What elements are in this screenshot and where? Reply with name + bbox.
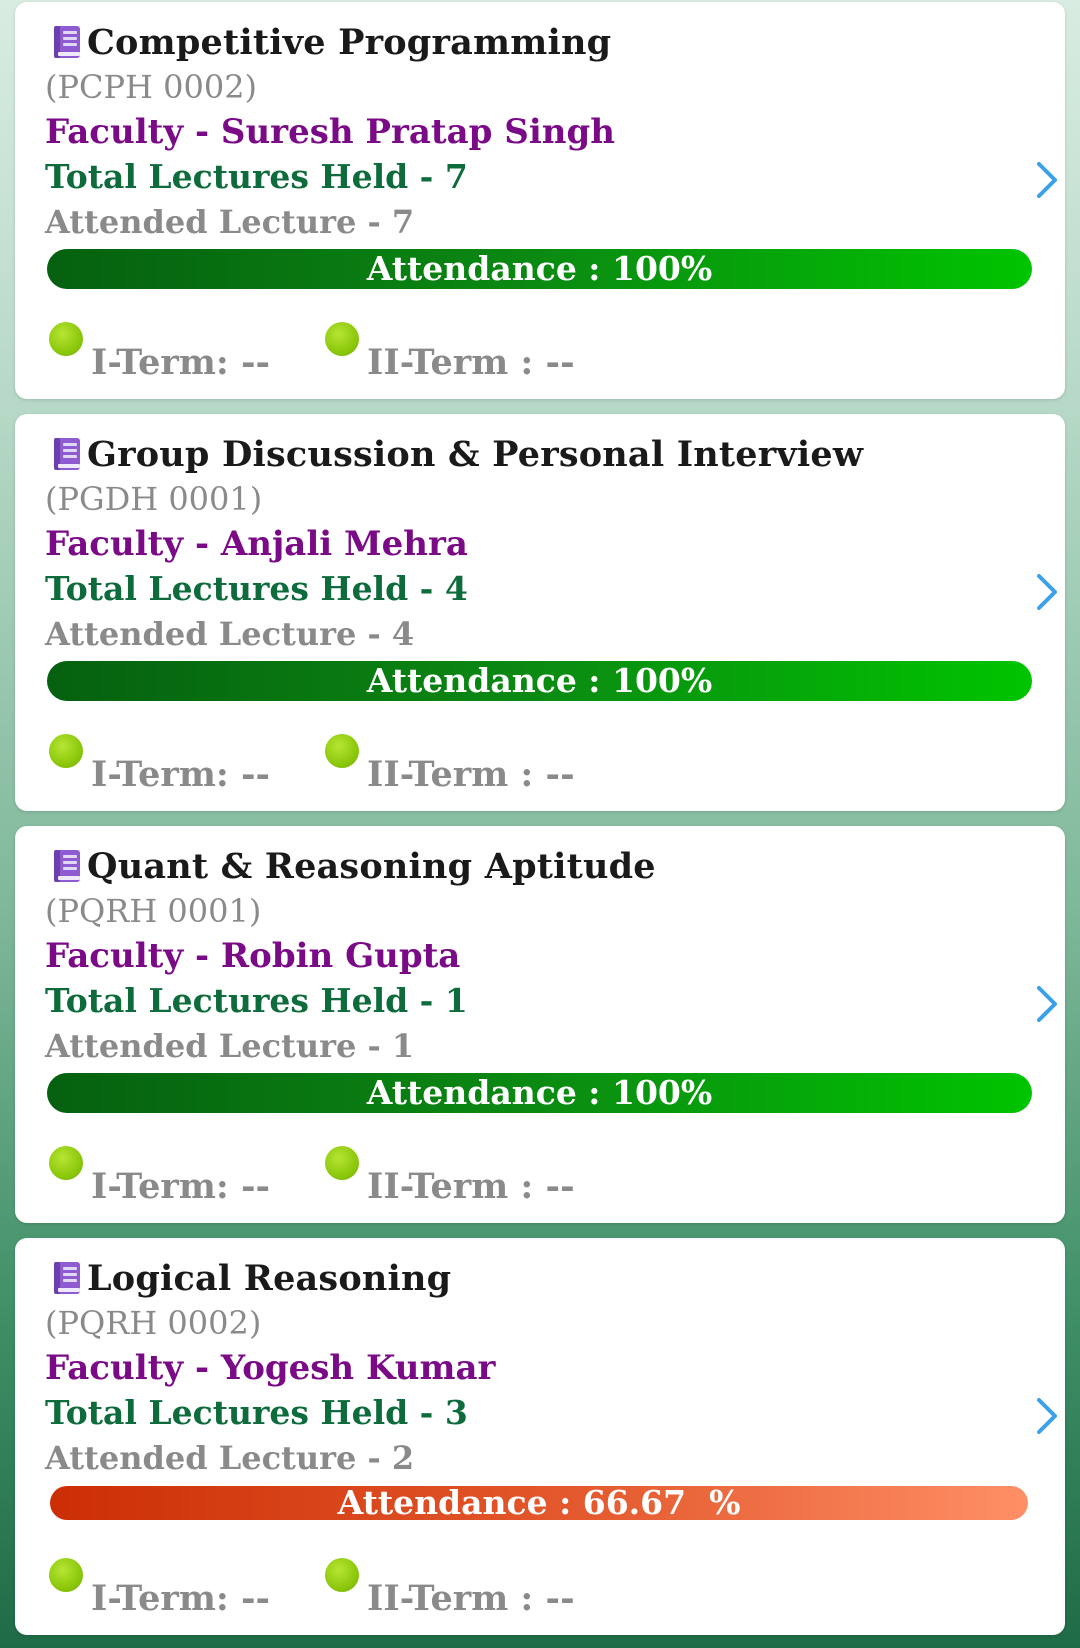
attendance-label: Attendance : 100%	[366, 249, 713, 288]
course-title: Group Discussion & Personal Interview	[87, 433, 864, 475]
status-dot-icon	[49, 322, 83, 356]
course-code: (PQRH 0002)	[45, 1304, 262, 1342]
course-attendance-list: Competitive Programming (PCPH 0002) Facu…	[0, 0, 1080, 1648]
faculty-name: Faculty - Robin Gupta	[45, 936, 461, 976]
status-dot-icon	[325, 1146, 359, 1180]
status-dot-icon	[49, 734, 83, 768]
term-1-label: I-Term: --	[91, 754, 271, 795]
term-2-label: II-Term : --	[367, 1578, 575, 1619]
book-icon	[54, 438, 80, 470]
term-2-label: II-Term : --	[367, 1166, 575, 1207]
attendance-bar: Attendance : 66.67 %	[50, 1486, 1028, 1520]
course-title-row: Logical Reasoning	[51, 1257, 452, 1299]
term-2-label: II-Term : --	[367, 754, 575, 795]
attended-lectures: Attended Lecture - 1	[45, 1027, 415, 1065]
total-lectures-held: Total Lectures Held - 3	[45, 1393, 468, 1432]
course-title: Competitive Programming	[87, 21, 612, 63]
total-lectures-held: Total Lectures Held - 4	[45, 569, 468, 608]
book-icon	[54, 850, 80, 882]
course-card[interactable]: Group Discussion & Personal Interview (P…	[15, 414, 1065, 811]
status-dot-icon	[49, 1146, 83, 1180]
course-code: (PQRH 0001)	[45, 892, 262, 930]
attendance-bar: Attendance : 100%	[47, 249, 1032, 289]
status-dot-icon	[325, 734, 359, 768]
chevron-right-icon[interactable]	[1033, 160, 1061, 200]
attendance-label: Attendance : 66.67 %	[337, 1486, 741, 1520]
faculty-name: Faculty - Anjali Mehra	[45, 524, 468, 564]
attendance-bar: Attendance : 100%	[47, 1073, 1032, 1113]
status-dot-icon	[49, 1558, 83, 1592]
course-title-row: Quant & Reasoning Aptitude	[51, 845, 656, 887]
book-icon	[54, 1262, 80, 1294]
term-1-label: I-Term: --	[91, 1578, 271, 1619]
course-card[interactable]: Quant & Reasoning Aptitude (PQRH 0001) F…	[15, 826, 1065, 1223]
course-title: Quant & Reasoning Aptitude	[87, 845, 656, 887]
term-1-label: I-Term: --	[91, 1166, 271, 1207]
chevron-right-icon[interactable]	[1033, 984, 1061, 1024]
chevron-right-icon[interactable]	[1033, 1396, 1061, 1436]
course-title-row: Group Discussion & Personal Interview	[51, 433, 864, 475]
faculty-name: Faculty - Yogesh Kumar	[45, 1348, 496, 1388]
course-title: Logical Reasoning	[87, 1257, 452, 1299]
term-2-label: II-Term : --	[367, 342, 575, 383]
attended-lectures: Attended Lecture - 2	[45, 1439, 415, 1477]
course-code: (PCPH 0002)	[45, 68, 258, 106]
term-1-label: I-Term: --	[91, 342, 271, 383]
chevron-right-icon[interactable]	[1033, 572, 1061, 612]
faculty-name: Faculty - Suresh Pratap Singh	[45, 112, 615, 152]
course-code: (PGDH 0001)	[45, 480, 263, 518]
status-dot-icon	[325, 322, 359, 356]
attendance-label: Attendance : 100%	[366, 661, 713, 700]
attendance-label: Attendance : 100%	[366, 1073, 713, 1112]
total-lectures-held: Total Lectures Held - 7	[45, 157, 468, 196]
total-lectures-held: Total Lectures Held - 1	[45, 981, 468, 1020]
attended-lectures: Attended Lecture - 4	[45, 615, 415, 653]
status-dot-icon	[325, 1558, 359, 1592]
course-card[interactable]: Logical Reasoning (PQRH 0002) Faculty - …	[15, 1238, 1065, 1635]
course-card[interactable]: Competitive Programming (PCPH 0002) Facu…	[15, 2, 1065, 399]
course-title-row: Competitive Programming	[51, 21, 612, 63]
book-icon	[54, 26, 80, 58]
attendance-bar: Attendance : 100%	[47, 661, 1032, 701]
attended-lectures: Attended Lecture - 7	[45, 203, 415, 241]
